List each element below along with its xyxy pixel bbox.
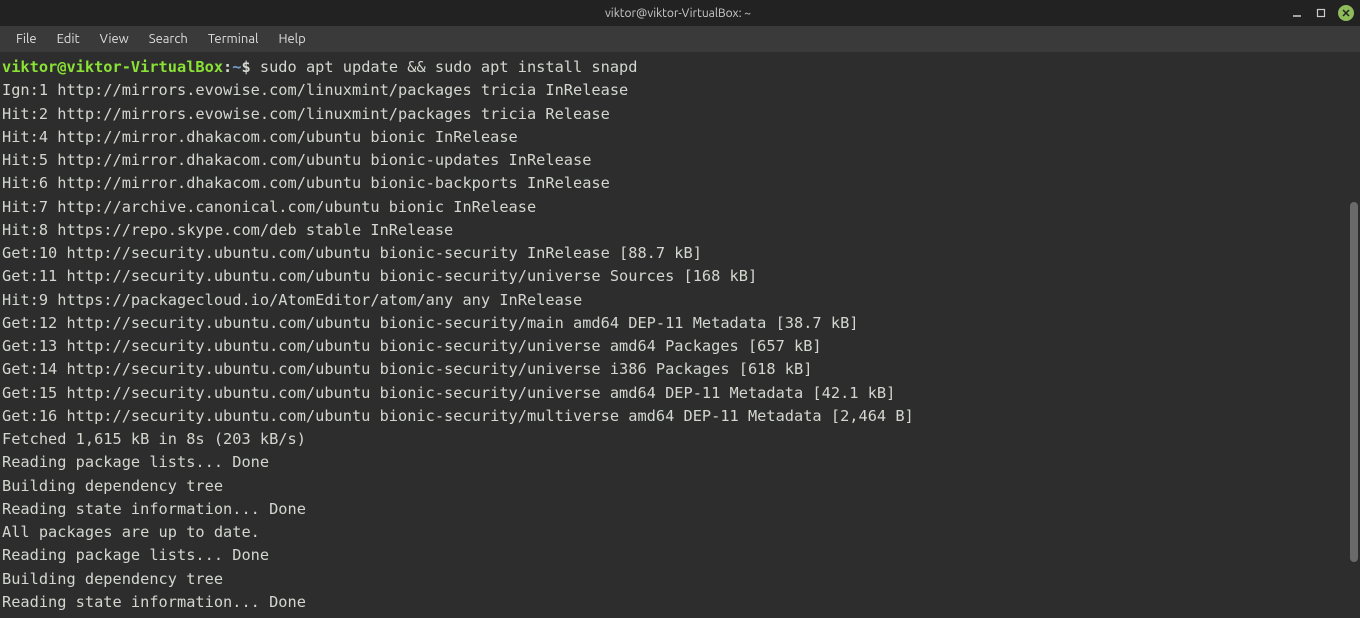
menu-help[interactable]: Help [268,28,315,50]
menu-view[interactable]: View [90,28,139,50]
window-title: viktor@viktor-VirtualBox: ~ [66,7,1290,20]
output-line: Building dependency tree [2,477,223,495]
output-line: Get:15 http://security.ubuntu.com/ubuntu… [2,384,895,402]
terminal-output[interactable]: viktor@viktor-VirtualBox:~$ sudo apt upd… [0,52,1360,618]
output-line: Reading package lists... Done [2,546,269,564]
close-button[interactable] [1338,5,1354,21]
output-line: Hit:9 https://packagecloud.io/AtomEditor… [2,291,582,309]
output-line: Reading package lists... Done [2,453,269,471]
output-line: Get:14 http://security.ubuntu.com/ubuntu… [2,360,812,378]
close-icon [1342,9,1350,17]
command-text: sudo apt update && sudo apt install snap… [260,58,638,76]
output-line: Get:16 http://security.ubuntu.com/ubuntu… [2,407,914,425]
minimize-icon [1292,8,1302,18]
menubar: File Edit View Search Terminal Help [0,26,1360,52]
scrollbar[interactable] [1348,52,1360,606]
output-line: Building dependency tree [2,570,223,588]
maximize-icon [1316,8,1326,18]
output-line: Hit:2 http://mirrors.evowise.com/linuxmi… [2,105,610,123]
window-controls [1290,5,1354,21]
output-line: Hit:6 http://mirror.dhakacom.com/ubuntu … [2,174,610,192]
output-line: Get:10 http://security.ubuntu.com/ubuntu… [2,244,702,262]
output-line: Ign:1 http://mirrors.evowise.com/linuxmi… [2,81,628,99]
window-titlebar: viktor@viktor-VirtualBox: ~ [0,0,1360,26]
menu-terminal[interactable]: Terminal [198,28,269,50]
minimize-button[interactable] [1290,6,1304,20]
output-line: Hit:8 https://repo.skype.com/deb stable … [2,221,453,239]
menu-edit[interactable]: Edit [47,28,90,50]
output-line: Get:13 http://security.ubuntu.com/ubuntu… [2,337,822,355]
prompt-user-host: viktor@viktor-VirtualBox [2,58,223,76]
scrollbar-thumb[interactable] [1350,202,1358,562]
output-line: Reading state information... Done [2,500,306,518]
output-line: Hit:4 http://mirror.dhakacom.com/ubuntu … [2,128,518,146]
output-line: Get:11 http://security.ubuntu.com/ubuntu… [2,267,757,285]
output-line: All packages are up to date. [2,523,260,541]
menu-search[interactable]: Search [139,28,198,50]
menu-file[interactable]: File [6,28,47,50]
output-line: Hit:5 http://mirror.dhakacom.com/ubuntu … [2,151,591,169]
output-line: Get:12 http://security.ubuntu.com/ubuntu… [2,314,858,332]
output-line: Fetched 1,615 kB in 8s (203 kB/s) [2,430,306,448]
prompt-colon: : [223,58,232,76]
prompt-dollar: $ [241,58,259,76]
output-line: Reading state information... Done [2,593,306,611]
output-line: Hit:7 http://archive.canonical.com/ubunt… [2,198,536,216]
maximize-button[interactable] [1314,6,1328,20]
